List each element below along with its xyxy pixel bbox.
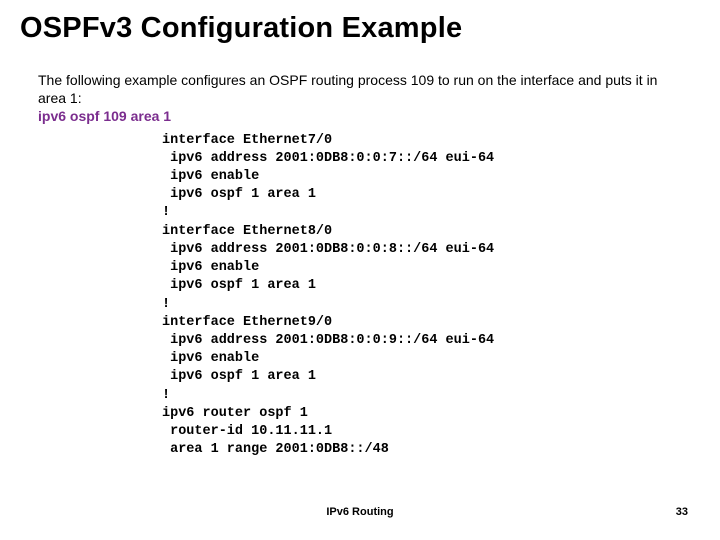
code-configuration-block: interface Ethernet7/0 ipv6 address 2001:… bbox=[162, 132, 700, 460]
slide-title: OSPFv3 Configuration Example bbox=[20, 12, 700, 45]
command-example: ipv6 ospf 109 area 1 bbox=[38, 107, 680, 125]
footer-label: IPv6 Routing bbox=[0, 506, 720, 518]
page-number: 33 bbox=[676, 506, 688, 518]
slide-container: OSPFv3 Configuration Example The followi… bbox=[0, 0, 720, 540]
body-text-block: The following example configures an OSPF… bbox=[38, 71, 680, 126]
description-text: The following example configures an OSPF… bbox=[38, 71, 680, 107]
